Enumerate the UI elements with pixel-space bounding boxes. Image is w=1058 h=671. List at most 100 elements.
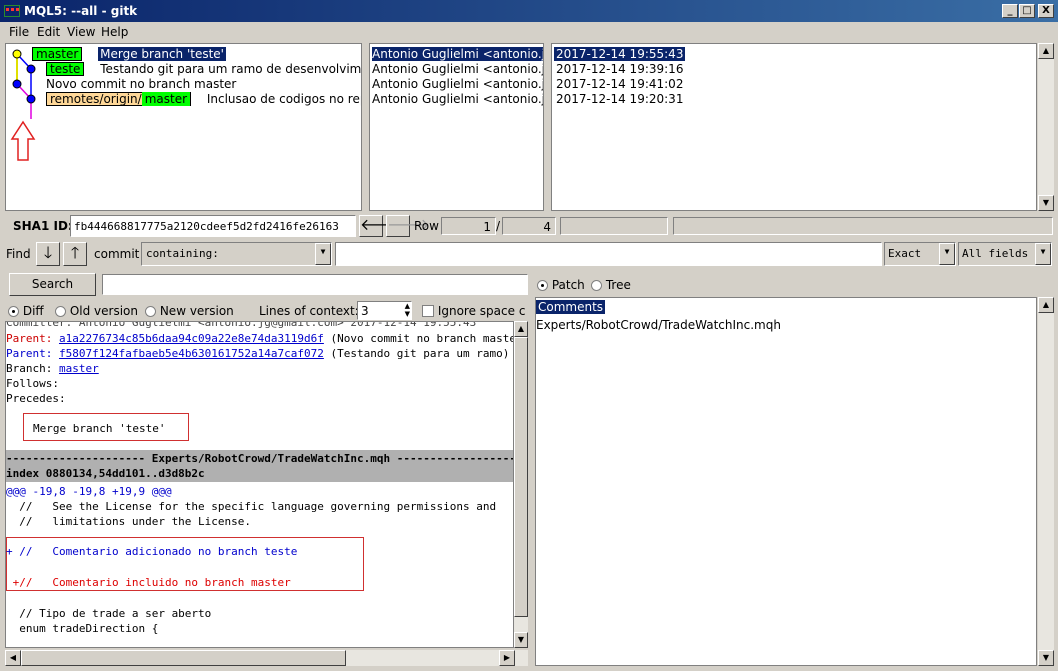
fields-select[interactable]: All fields ▼ — [958, 242, 1052, 266]
radio-icon — [55, 306, 66, 317]
scroll-right-icon[interactable]: ▶ — [499, 650, 515, 666]
commit-row[interactable]: Novo commit no branch master — [46, 77, 236, 92]
spin-arrows-icon[interactable]: ▲ ▼ — [405, 302, 410, 318]
sha-input[interactable]: fb444668817775a2120cdeef5d2fd2416fe26163 — [70, 215, 356, 237]
branch-tag-remote-origin-master[interactable]: remotes/origin/master — [46, 92, 192, 106]
radio-icon — [145, 306, 156, 317]
find-input[interactable] — [335, 242, 882, 266]
patch-radio[interactable]: Patch — [537, 278, 585, 292]
branch-line: Branch: master — [6, 362, 99, 375]
close-button[interactable]: X — [1038, 4, 1054, 18]
back-arrow-icon[interactable]: 🡐 — [359, 215, 403, 237]
checkbox-icon — [422, 305, 434, 317]
title-bar[interactable]: MQL5: --all - gitk _ □ X — [0, 0, 1058, 22]
branch-link[interactable]: master — [59, 362, 99, 375]
find-label: Find — [6, 247, 31, 261]
context-line: // Tipo de trade a ser aberto — [6, 607, 212, 620]
window-title: MQL5: --all - gitk — [24, 4, 138, 18]
maximize-button[interactable]: □ — [1019, 4, 1035, 18]
new-version-radio[interactable]: New version — [145, 304, 234, 318]
diff-hscrollbar[interactable]: ◀ ▶ — [5, 650, 528, 666]
scroll-down-icon[interactable]: ▼ — [1038, 195, 1054, 211]
scroll-left-icon[interactable]: ◀ — [5, 650, 21, 666]
context-spinbox[interactable]: 3 ▲ ▼ — [357, 301, 412, 320]
date-list-pane[interactable]: 2017-12-14 19:55:43 2017-12-14 19:39:16 … — [551, 43, 1037, 211]
commit-message: Merge branch 'teste' — [98, 47, 226, 61]
parent-link[interactable]: f5807f124fafbaeb5e4b630161752a14a7caf072 — [59, 347, 324, 360]
old-version-radio[interactable]: Old version — [55, 304, 138, 318]
status-field — [560, 217, 668, 235]
hscroll-thumb[interactable] — [21, 650, 346, 666]
follows-line: Follows: — [6, 377, 59, 390]
file-list-scrollbar[interactable]: ▲ ▼ — [1038, 297, 1054, 666]
chevron-down-icon: ▼ — [939, 243, 955, 265]
branch-tag-teste[interactable]: teste — [46, 62, 85, 76]
tree-radio[interactable]: Tree — [591, 278, 631, 292]
date-cell: 2017-12-14 19:55:43 — [554, 47, 686, 61]
find-type-label: commit — [94, 247, 140, 261]
row-label: Row — [414, 219, 439, 233]
diff-scrollbar[interactable]: ▲ ▼ — [514, 321, 528, 648]
menu-view[interactable]: View — [67, 25, 95, 39]
file-list-header[interactable]: Comments — [536, 300, 606, 315]
scroll-up-icon[interactable]: ▲ — [514, 321, 528, 337]
commit-message: Inclusao de codigos no reposit — [206, 92, 361, 106]
sha-label: SHA1 ID: — [13, 219, 73, 233]
menu-file[interactable]: File — [9, 25, 29, 39]
scroll-thumb[interactable] — [514, 337, 528, 617]
scroll-down-icon[interactable]: ▼ — [1038, 650, 1054, 666]
index-line: index 0880134,54dd101..d3d8b2c — [6, 467, 205, 480]
branch-tag-master[interactable]: master — [32, 47, 83, 61]
chevron-down-icon: ▼ — [315, 243, 331, 265]
date-cell: 2017-12-14 19:39:16 — [556, 62, 684, 76]
diff-pane[interactable]: Committer: Antonio Guglielmi <antonio.jg… — [5, 321, 514, 648]
forward-arrow-icon[interactable]: 🡒 — [386, 215, 430, 237]
file-header: --------------------- Experts/RobotCrowd… — [6, 452, 514, 465]
added-line: + // Comentario adicionado no branch tes… — [6, 545, 298, 558]
commit-row[interactable]: master Merge branch 'teste' — [32, 47, 226, 62]
author-list-pane[interactable]: Antonio Guglielmi <antonio.jg@ Antonio G… — [369, 43, 544, 211]
app-icon — [4, 5, 20, 17]
date-cell: 2017-12-14 19:20:31 — [556, 92, 684, 106]
radio-selected-icon — [8, 306, 19, 317]
file-list-pane[interactable]: Comments Experts/RobotCrowd/TradeWatchIn… — [535, 297, 1037, 666]
file-list-item[interactable]: Experts/RobotCrowd/TradeWatchInc.mqh — [536, 318, 781, 333]
match-select[interactable]: Exact ▼ — [884, 242, 956, 266]
context-line: enum tradeDirection { — [6, 622, 159, 635]
radio-icon — [591, 280, 602, 291]
progress-bar — [673, 217, 1053, 235]
commit-message: Novo commit no branch master — [46, 77, 237, 91]
commit-row[interactable]: teste Testando git para um ramo de desen… — [46, 62, 362, 77]
author-cell: Antonio Guglielmi <antonio.jg@ — [372, 92, 543, 106]
parent-link[interactable]: a1a2276734c85b6daa94c09a22e8e74da3119d6f — [59, 332, 324, 345]
ignore-space-checkbox[interactable]: Ignore space c — [422, 304, 525, 318]
context-line: // limitations under the License. — [6, 515, 252, 528]
radio-selected-icon — [537, 280, 548, 291]
find-next-arrow-down-icon[interactable]: 🡓 — [36, 242, 60, 266]
row-separator: / — [496, 219, 501, 233]
added-line: +// Comentario incluido no branch master — [6, 576, 291, 589]
commit-list-pane[interactable]: master Merge branch 'teste' teste Testan… — [5, 43, 362, 211]
scroll-down-icon[interactable]: ▼ — [514, 632, 528, 648]
scroll-up-icon[interactable]: ▲ — [1038, 43, 1054, 59]
context-label: Lines of context: — [259, 304, 359, 318]
find-mode-select[interactable]: containing: ▼ — [141, 242, 332, 266]
menu-edit[interactable]: Edit — [37, 25, 60, 39]
precedes-line: Precedes: — [6, 392, 66, 405]
search-input[interactable] — [102, 274, 528, 295]
commit-message: Testando git para um ramo de desenvolvim… — [100, 62, 362, 76]
row-current: 1 — [441, 217, 496, 235]
parent-line: Parent: a1a2276734c85b6daa94c09a22e8e74d… — [6, 332, 514, 345]
chevron-down-icon: ▼ — [1035, 243, 1051, 265]
commit-message: Merge branch 'teste' — [33, 422, 166, 435]
commit-row[interactable]: remotes/origin/master Inclusao de codigo… — [46, 92, 361, 107]
commit-list-scrollbar[interactable]: ▲ ▼ — [1038, 43, 1054, 211]
search-button[interactable]: Search — [9, 273, 96, 296]
scroll-up-icon[interactable]: ▲ — [1038, 297, 1054, 313]
committer-line: Committer: Antonio Guglielmi <antonio.jg… — [6, 321, 477, 329]
author-cell: Antonio Guglielmi <antonio.jg@ — [372, 77, 543, 91]
find-prev-arrow-up-icon[interactable]: 🡑 — [63, 242, 87, 266]
menu-help[interactable]: Help — [101, 25, 128, 39]
diff-radio[interactable]: Diff — [8, 304, 44, 318]
minimize-button[interactable]: _ — [1002, 4, 1018, 18]
